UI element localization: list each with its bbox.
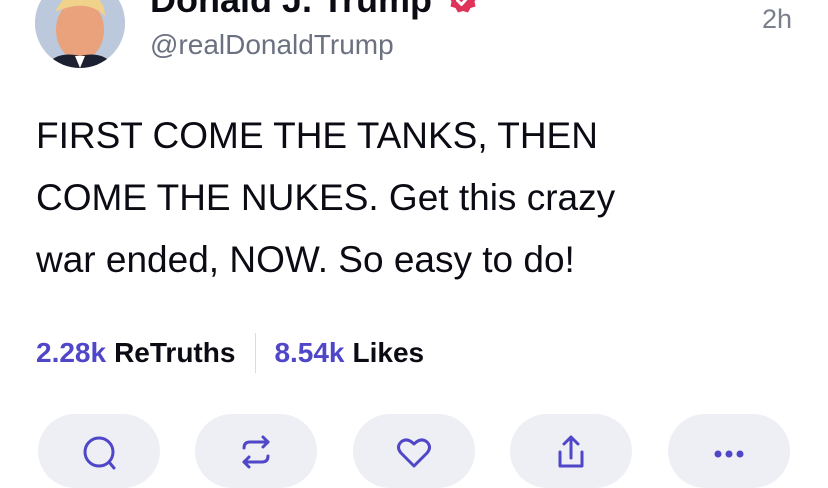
likes-stat[interactable]: 8.54k Likes <box>274 337 424 369</box>
avatar[interactable] <box>35 0 125 68</box>
retruths-label: ReTruths <box>114 337 236 368</box>
verified-badge-icon <box>448 0 478 13</box>
comment-icon <box>83 436 116 470</box>
post-timestamp[interactable]: 2h <box>762 2 792 36</box>
likes-label: Likes <box>352 337 425 368</box>
more-button[interactable] <box>668 414 790 488</box>
author-name-text: Donald J. Trump <box>150 0 432 20</box>
stats-divider <box>255 333 257 373</box>
author-handle[interactable]: @realDonaldTrump <box>150 28 394 62</box>
like-button[interactable] <box>353 414 475 488</box>
post-body: FIRST COME THE TANKS, THEN COME THE NUKE… <box>36 115 616 280</box>
retruths-count: 2.28k <box>36 337 107 368</box>
repost-icon <box>242 435 270 469</box>
likes-count: 8.54k <box>274 337 345 368</box>
avatar-image <box>35 0 125 68</box>
retruths-stat[interactable]: 2.28k ReTruths <box>36 337 235 369</box>
share-button[interactable] <box>510 414 632 488</box>
retruth-button[interactable] <box>195 414 317 488</box>
reply-button[interactable] <box>38 414 160 488</box>
more-icon <box>714 450 744 458</box>
author-name[interactable]: Donald J. Trump <box>150 0 478 20</box>
heart-icon <box>397 438 431 468</box>
post-actions <box>38 414 798 488</box>
share-icon <box>558 435 584 468</box>
post-stats: 2.28k ReTruths 8.54k Likes <box>36 332 424 374</box>
